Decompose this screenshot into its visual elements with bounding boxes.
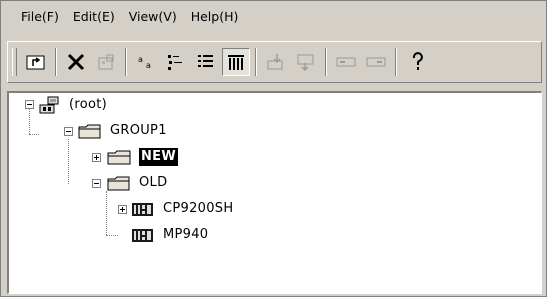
new-expand-toggle[interactable] bbox=[92, 153, 101, 162]
toolbar-separator bbox=[325, 48, 327, 76]
delete-button[interactable] bbox=[62, 48, 90, 76]
tree-node-new[interactable]: NEW bbox=[106, 147, 178, 167]
device-a-button[interactable] bbox=[332, 48, 360, 76]
svg-text:a: a bbox=[146, 61, 151, 70]
application-window: File(F) Edit(E) View(V) Help(H) a a (roo… bbox=[0, 0, 547, 297]
tree-connector bbox=[29, 134, 39, 135]
details-view-icon bbox=[228, 55, 244, 70]
toolbar-separator bbox=[255, 48, 257, 76]
small-icons-view-icon bbox=[168, 55, 182, 70]
device-a-icon bbox=[336, 57, 356, 67]
tree-node-mp940[interactable]: MP940 bbox=[130, 225, 210, 245]
tree-node-label: CP9200SH bbox=[163, 201, 234, 216]
tree-node-label: NEW bbox=[139, 148, 178, 166]
folder-open-icon bbox=[107, 176, 130, 191]
transfer-in-icon bbox=[267, 54, 283, 70]
large-icons-view-button[interactable]: a a bbox=[132, 48, 160, 76]
cp9200sh-expand-toggle[interactable] bbox=[118, 205, 127, 214]
details-view-button[interactable] bbox=[222, 48, 250, 76]
menu-edit[interactable]: Edit(E) bbox=[73, 9, 115, 24]
network-root-icon bbox=[39, 96, 59, 114]
list-view-button[interactable] bbox=[192, 48, 220, 76]
list-view-icon bbox=[198, 55, 213, 67]
tree-view[interactable]: (root) GROUP1 NEW OLD CP9200SH MP940 bbox=[7, 91, 542, 294]
toolbar-separator bbox=[395, 48, 397, 76]
tree-node-group1[interactable]: GROUP1 bbox=[77, 121, 169, 141]
transfer-in-button[interactable] bbox=[262, 48, 290, 76]
folder-open-icon bbox=[78, 124, 101, 139]
old-collapse-toggle[interactable] bbox=[92, 179, 101, 188]
properties-button[interactable] bbox=[92, 48, 120, 76]
menu-view[interactable]: View(V) bbox=[129, 9, 177, 24]
controller-icon bbox=[132, 203, 153, 216]
tree-node-label: OLD bbox=[139, 175, 168, 190]
tree-connector bbox=[106, 191, 107, 235]
tree-node-label: MP940 bbox=[163, 227, 209, 242]
tree-node-label: (root) bbox=[69, 97, 108, 112]
controller-icon bbox=[132, 229, 153, 242]
root-collapse-toggle[interactable] bbox=[25, 100, 34, 109]
menu-file[interactable]: File(F) bbox=[21, 9, 59, 24]
tree-node-root[interactable]: (root) bbox=[38, 95, 109, 115]
toolbar-separator bbox=[55, 48, 57, 76]
help-icon bbox=[412, 52, 423, 70]
device-b-button[interactable] bbox=[362, 48, 390, 76]
group1-collapse-toggle[interactable] bbox=[64, 127, 73, 136]
menu-bar: File(F) Edit(E) View(V) Help(H) bbox=[1, 1, 546, 31]
tree-connector bbox=[68, 139, 69, 184]
svg-text:a: a bbox=[138, 55, 143, 64]
up-folder-icon bbox=[26, 55, 45, 70]
menu-help[interactable]: Help(H) bbox=[191, 9, 239, 24]
tree-node-cp9200sh[interactable]: CP9200SH bbox=[130, 199, 235, 219]
folder-icon bbox=[107, 150, 131, 165]
help-button[interactable] bbox=[404, 48, 432, 76]
toolbar: a a bbox=[7, 41, 542, 83]
toolbar-separator bbox=[125, 48, 127, 76]
transfer-out-button[interactable] bbox=[292, 48, 320, 76]
tree-connector bbox=[106, 235, 118, 236]
toolbar-grip[interactable] bbox=[12, 48, 17, 76]
small-icons-view-button[interactable] bbox=[162, 48, 190, 76]
tree-connector bbox=[29, 109, 30, 134]
delete-icon bbox=[67, 53, 85, 71]
tree-node-old[interactable]: OLD bbox=[106, 173, 169, 193]
device-b-icon bbox=[366, 57, 386, 67]
up-folder-button[interactable] bbox=[22, 48, 50, 76]
tree-node-label: GROUP1 bbox=[110, 123, 167, 138]
transfer-out-icon bbox=[297, 54, 314, 72]
properties-icon bbox=[98, 54, 114, 70]
large-icons-view-icon: a a bbox=[138, 55, 151, 70]
